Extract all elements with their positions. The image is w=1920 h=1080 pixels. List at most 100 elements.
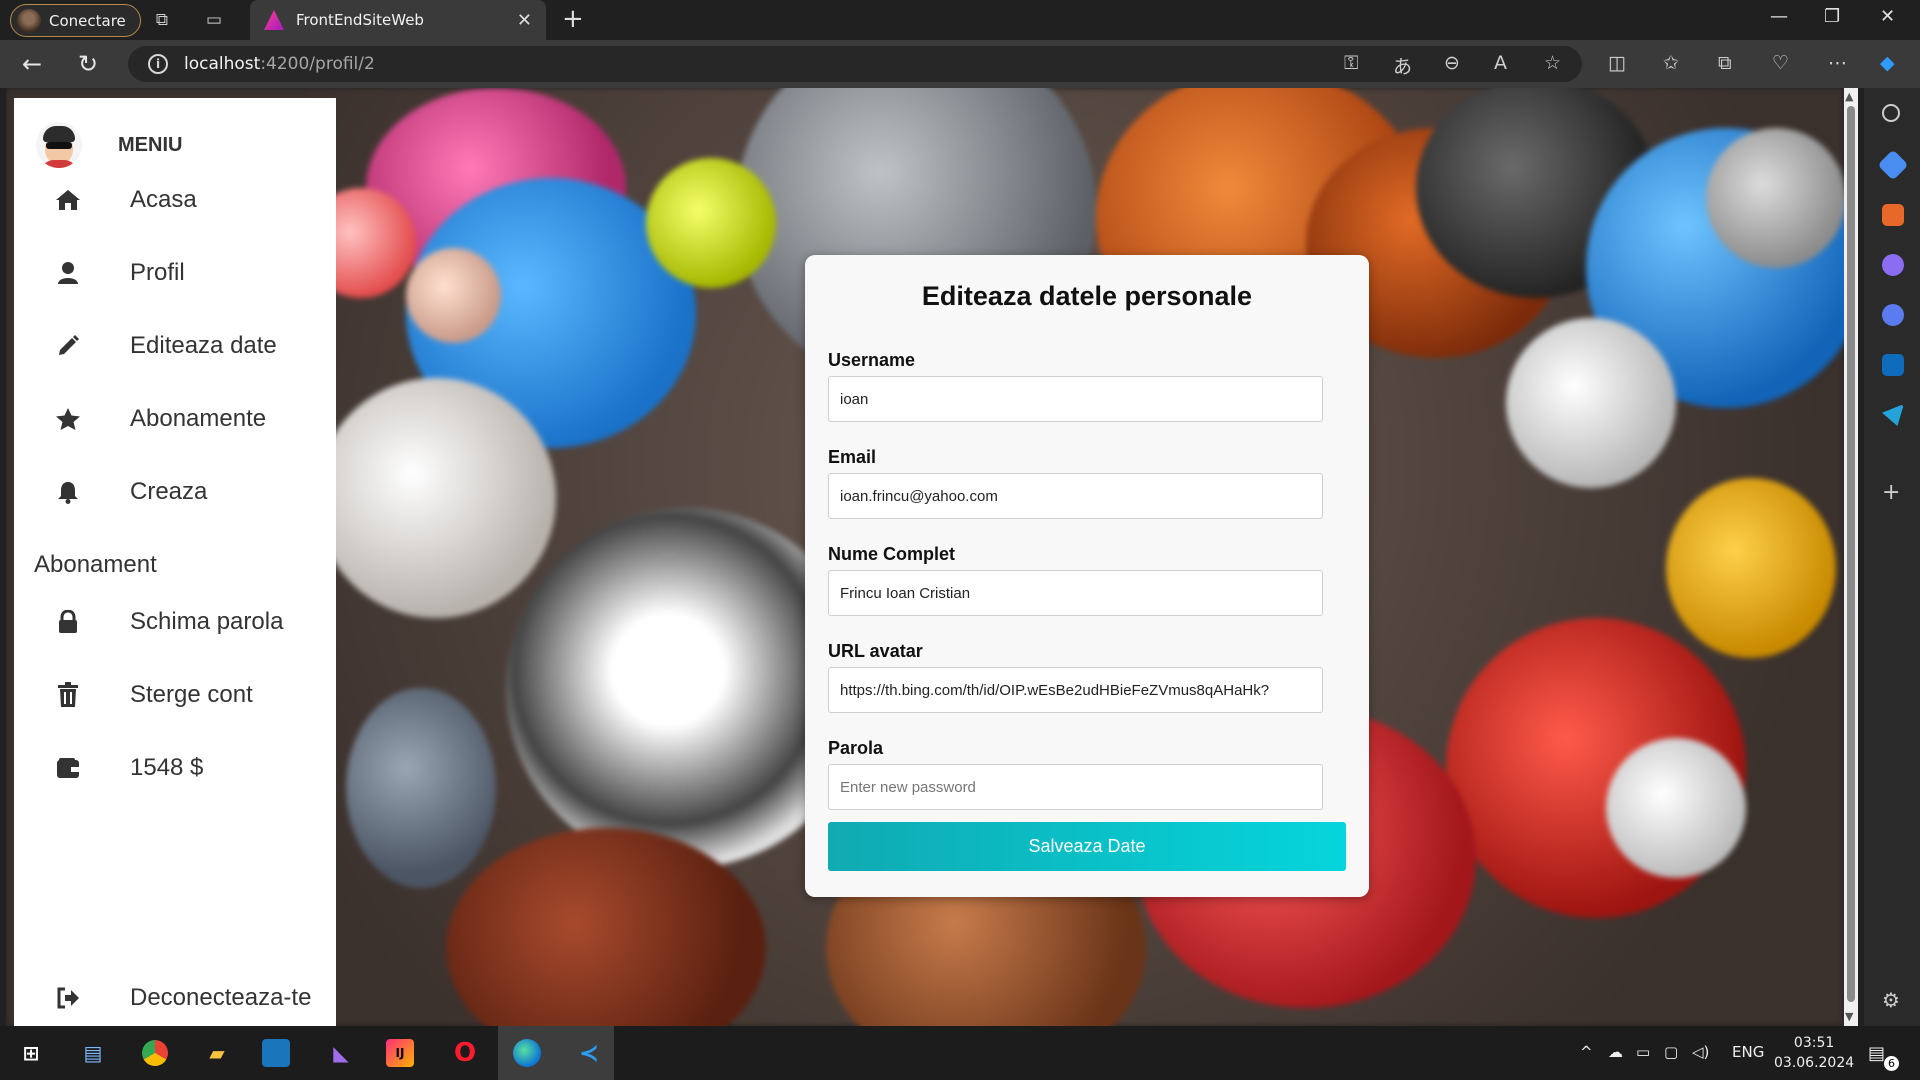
sidebar-item-label: 1548 $ <box>130 754 204 781</box>
workspaces-icon[interactable]: ⧉ <box>150 8 174 32</box>
scrollbar-thumb[interactable] <box>1847 106 1855 1002</box>
games-icon[interactable] <box>1882 254 1904 276</box>
translate-icon[interactable]: あ <box>1393 52 1412 79</box>
scroll-down-icon[interactable]: ▼ <box>1845 1010 1853 1023</box>
scroll-up-icon[interactable]: ▲ <box>1845 90 1853 103</box>
logout-icon <box>50 987 86 1009</box>
language-indicator[interactable]: ENG <box>1732 1043 1764 1061</box>
form-title: Editeaza datele personale <box>921 281 1253 311</box>
favorite-star-icon[interactable]: ☆ <box>1544 52 1561 74</box>
browser-tab-bar: Conectare ⧉ ▭ FrontEndSiteWeb ✕ + — ❐ ✕ <box>0 0 1920 40</box>
close-window-icon[interactable]: ✕ <box>1880 6 1895 27</box>
clock[interactable]: 03:51 03.06.2024 <box>1774 1033 1854 1073</box>
close-tab-icon[interactable]: ✕ <box>517 10 532 31</box>
browser-tab-active[interactable]: FrontEndSiteWeb ✕ <box>250 0 546 40</box>
clock-date: 03.06.2024 <box>1774 1055 1855 1071</box>
add-sidebar-icon[interactable]: + <box>1882 480 1904 505</box>
back-icon[interactable]: ← <box>22 50 42 78</box>
tray-overflow-icon[interactable]: ^ <box>1580 1043 1593 1061</box>
angular-favicon-icon <box>264 10 284 30</box>
sidebar-item-sterge-cont[interactable]: Sterge cont <box>50 681 253 709</box>
logout-button[interactable]: Deconecteaza-te <box>50 984 311 1012</box>
favorites-icon[interactable]: ✩ <box>1663 52 1679 74</box>
task-view-icon[interactable]: ▤ <box>76 1036 110 1070</box>
chrome-icon[interactable] <box>138 1036 172 1070</box>
edge-sidebar: + ⚙ <box>1864 88 1920 1026</box>
username-label: Username <box>828 350 916 370</box>
file-explorer-icon[interactable]: ▰ <box>200 1036 234 1070</box>
page-scrollbar[interactable]: ▲ ▼ <box>1844 88 1858 1026</box>
email-label: Email <box>828 447 877 467</box>
onedrive-icon[interactable]: ☁ <box>1608 1043 1623 1061</box>
performance-icon[interactable]: ♡ <box>1772 52 1789 74</box>
sidebar-item-schima-parola[interactable]: Schima parola <box>50 608 283 636</box>
key-icon[interactable]: ⚿ <box>1344 52 1358 74</box>
collections-icon[interactable]: ⧉ <box>1718 52 1732 74</box>
network-icon[interactable]: ▢ <box>1664 1043 1678 1061</box>
outlook-icon[interactable] <box>1882 354 1904 376</box>
restore-icon[interactable]: ❐ <box>1824 6 1840 27</box>
tab-title: FrontEndSiteWeb <box>296 11 424 29</box>
username-field[interactable] <box>828 376 1323 422</box>
more-options-icon[interactable]: ⋯ <box>1828 52 1847 74</box>
microsoft-365-icon[interactable] <box>1882 304 1904 326</box>
email-field[interactable] <box>828 473 1323 519</box>
send-icon[interactable] <box>1882 404 1904 426</box>
site-info-icon[interactable]: i <box>148 54 168 74</box>
visual-studio-icon[interactable]: ◣ <box>324 1036 358 1070</box>
avatar-url-field[interactable] <box>828 667 1323 713</box>
shopping-tag-icon[interactable] <box>1877 149 1909 181</box>
password-field[interactable] <box>828 764 1323 810</box>
refresh-icon[interactable]: ↻ <box>78 50 98 78</box>
search-icon[interactable] <box>1882 104 1900 122</box>
battery-icon[interactable]: ▭ <box>1636 1043 1650 1061</box>
read-aloud-icon[interactable]: A <box>1494 52 1507 74</box>
windows-taskbar: ⊞ ▤ ▰ ◣ IJ O ≺ ^ ☁ ▭ ▢ ◁) ENG 03:51 03.0… <box>0 1026 1920 1080</box>
sidebar-item-label: Acasa <box>130 186 197 213</box>
clock-time: 03:51 <box>1793 1035 1835 1051</box>
settings-gear-icon[interactable]: ⚙ <box>1882 988 1904 1012</box>
sidebar-item-profil[interactable]: Profil <box>50 259 185 287</box>
sidebar-item-balance[interactable]: 1548 $ <box>50 754 203 782</box>
star-icon <box>50 407 86 431</box>
windows-start-icon[interactable]: ⊞ <box>14 1036 48 1070</box>
profile-avatar <box>17 8 41 33</box>
opera-icon[interactable]: O <box>448 1036 482 1070</box>
sidebar-item-label: Profil <box>130 259 185 286</box>
sidebar-item-editeaza-date[interactable]: Editeaza date <box>50 332 277 360</box>
trash-icon <box>50 682 86 708</box>
wallet-icon <box>50 757 86 779</box>
sidebar-item-label: Sterge cont <box>130 681 253 708</box>
page-viewport: MENIU Acasa Profil Editeaza date Aboname <box>6 88 1844 1026</box>
split-screen-icon[interactable]: ◫ <box>1608 52 1626 74</box>
full-name-label: Nume Complet <box>828 544 956 564</box>
sidebar-item-acasa[interactable]: Acasa <box>50 186 197 214</box>
sidebar-item-label: Editeaza date <box>130 332 277 359</box>
tab-actions-icon[interactable]: ▭ <box>202 8 226 32</box>
url-host: localhost <box>184 54 261 74</box>
profile-button[interactable]: Conectare <box>10 4 141 37</box>
notifications-icon[interactable]: ▤ <box>1868 1043 1885 1064</box>
intellij-icon[interactable]: IJ <box>386 1039 414 1067</box>
password-label: Parola <box>828 738 884 758</box>
sidebar-item-label: Abonamente <box>130 405 267 432</box>
minimize-icon[interactable]: — <box>1770 6 1788 27</box>
volume-icon[interactable]: ◁) <box>1692 1043 1709 1061</box>
vscode-icon[interactable]: ≺ <box>572 1036 606 1070</box>
edge-browser-icon[interactable] <box>510 1036 544 1070</box>
copilot-icon[interactable]: ◆ <box>1880 52 1895 74</box>
sidebar-item-creaza-abonament[interactable]: Creaza <box>50 478 207 506</box>
zoom-icon[interactable]: ⊖ <box>1444 52 1460 74</box>
full-name-field[interactable] <box>828 570 1323 616</box>
save-button[interactable]: Salveaza Date <box>828 822 1346 871</box>
new-tab-icon[interactable]: + <box>562 4 584 34</box>
tools-icon[interactable] <box>1882 204 1904 226</box>
url-input[interactable]: i localhost:4200/profil/2 <box>128 46 1582 82</box>
sidebar-item-abonamente[interactable]: Abonamente <box>50 405 266 433</box>
avatar[interactable] <box>36 122 82 168</box>
profile-label: Conectare <box>49 11 126 30</box>
home-icon <box>50 188 86 212</box>
menu-title: MENIU <box>118 133 183 156</box>
mysql-workbench-icon[interactable] <box>262 1039 290 1067</box>
sidebar-item-label: Schima parola <box>130 608 284 635</box>
